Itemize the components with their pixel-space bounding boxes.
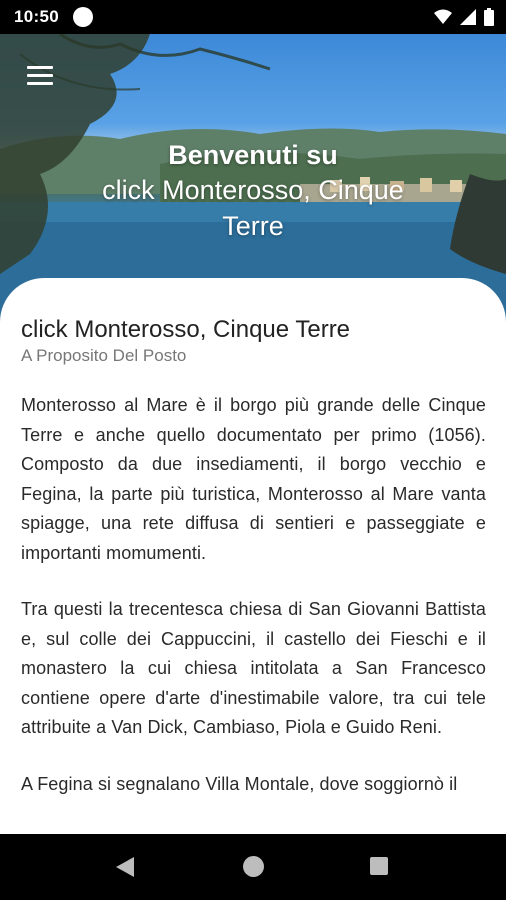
battery-icon (484, 8, 494, 26)
status-time: 10:50 (14, 7, 59, 26)
place-subtitle: A Proposito Del Posto (21, 346, 187, 365)
content-card[interactable]: click Monterosso, Cinque Terre A Proposi… (0, 278, 506, 834)
notification-dot-icon (72, 7, 93, 27)
menu-icon[interactable] (27, 66, 53, 86)
signal-icon (460, 9, 476, 25)
description-paragraph: Monterosso al Mare è il borgo più grande… (21, 395, 486, 563)
hero-welcome: Benvenuti su (168, 140, 338, 170)
place-title: click Monterosso, Cinque Terre (21, 316, 351, 343)
status-icons (434, 8, 494, 26)
recents-icon[interactable] (370, 857, 388, 875)
hero-place: click Monterosso, Cinque Terre (102, 175, 404, 241)
wifi-icon (434, 9, 452, 24)
back-icon[interactable] (115, 856, 135, 878)
description-paragraph: A Fegina si segnalano Villa Montale, dov… (21, 773, 458, 794)
description-paragraph: Tra questi la trecentesca chiesa di San … (21, 599, 486, 737)
place-description: Monterosso al Mare è il borgo più grande… (21, 391, 486, 826)
status-bar: 10:50 (0, 0, 506, 34)
navigation-bar (0, 834, 506, 900)
hero-title: Benvenuti su click Monterosso, Cinque Te… (0, 138, 506, 244)
home-icon[interactable] (243, 856, 264, 877)
